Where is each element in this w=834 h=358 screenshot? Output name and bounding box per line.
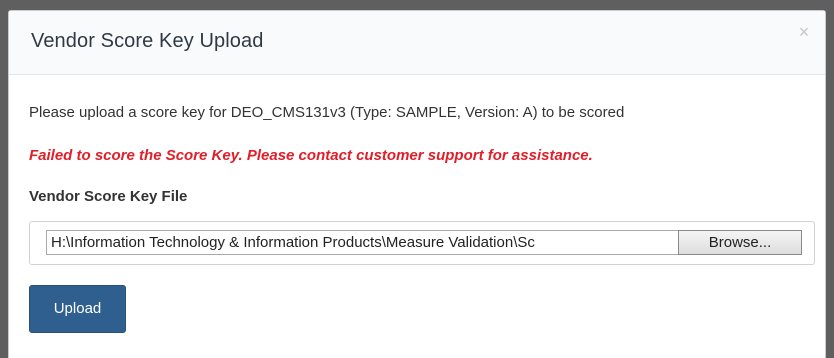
vendor-score-key-upload-dialog: Vendor Score Key Upload × Please upload … xyxy=(8,10,826,358)
error-message: Failed to score the Score Key. Please co… xyxy=(29,147,593,164)
file-input-container: H:\Information Technology & Information … xyxy=(29,221,815,265)
close-icon[interactable]: × xyxy=(795,23,813,41)
browse-button[interactable]: Browse... xyxy=(678,230,802,255)
upload-button[interactable]: Upload xyxy=(29,285,126,333)
modal-header: Vendor Score Key Upload × xyxy=(9,11,825,75)
modal-title: Vendor Score Key Upload xyxy=(31,30,264,52)
file-field-label: Vendor Score Key File xyxy=(29,188,188,205)
upload-instruction: Please upload a score key for DEO_CMS131… xyxy=(29,104,625,121)
file-path-input[interactable]: H:\Information Technology & Information … xyxy=(46,230,678,255)
